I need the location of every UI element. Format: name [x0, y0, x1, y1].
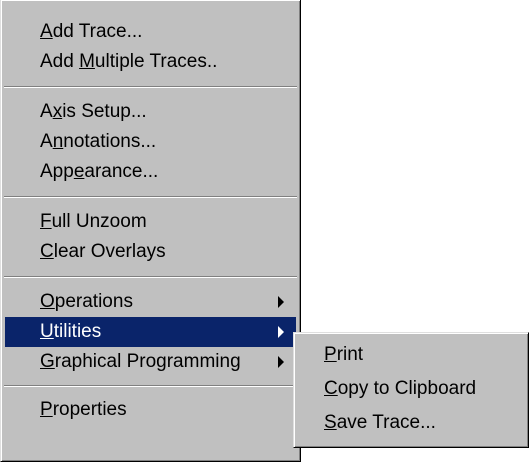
utilities-submenu: Print Copy to Clipboard Save Trace...: [293, 332, 529, 448]
menu-separator: [4, 86, 297, 88]
menu-separator: [4, 276, 297, 278]
menu-item-properties[interactable]: Properties: [5, 395, 296, 425]
accelerator-key: S: [324, 412, 337, 433]
accelerator-key: U: [40, 321, 54, 342]
menu-item-graphical-programming[interactable]: Graphical Programming: [5, 347, 296, 377]
menu-item-full-unzoom[interactable]: Full Unzoom: [5, 207, 296, 237]
accelerator-key: A: [40, 21, 53, 42]
submenu-item-save-trace[interactable]: Save Trace...: [298, 406, 524, 440]
accelerator-key: n: [52, 131, 64, 152]
menu-separator: [4, 385, 297, 387]
accelerator-key: F: [40, 211, 52, 232]
submenu-item-copy-to-clipboard[interactable]: Copy to Clipboard: [298, 372, 524, 406]
menu-separator: [4, 196, 297, 198]
screen: Add Trace... Add Multiple Traces.. Axis …: [0, 0, 529, 462]
menu-item-utilities[interactable]: Utilities: [5, 317, 296, 347]
accelerator-key: P: [40, 399, 53, 420]
menu-item-axis-setup[interactable]: Axis Setup...: [5, 97, 296, 127]
submenu-arrow-icon: [278, 326, 284, 338]
accelerator-key: x: [52, 101, 63, 122]
accelerator-key: C: [324, 378, 338, 399]
accelerator-key: e: [73, 161, 85, 182]
accelerator-key: O: [40, 291, 55, 312]
menu-item-operations[interactable]: Operations: [5, 287, 296, 317]
menu-item-add-multiple-traces[interactable]: Add Multiple Traces..: [5, 47, 296, 77]
submenu-item-print[interactable]: Print: [298, 338, 524, 372]
menu-item-appearance[interactable]: Appearance...: [5, 157, 296, 187]
menu-item-annotations[interactable]: Annotations...: [5, 127, 296, 157]
accelerator-key: G: [40, 351, 55, 372]
accelerator-key: P: [324, 344, 337, 365]
submenu-arrow-icon: [278, 296, 284, 308]
accelerator-key: M: [79, 51, 95, 72]
menu-item-add-trace[interactable]: Add Trace...: [5, 17, 296, 47]
context-menu: Add Trace... Add Multiple Traces.. Axis …: [0, 0, 301, 462]
submenu-arrow-icon: [278, 356, 284, 368]
accelerator-key: C: [40, 241, 54, 262]
menu-item-clear-overlays[interactable]: Clear Overlays: [5, 237, 296, 267]
